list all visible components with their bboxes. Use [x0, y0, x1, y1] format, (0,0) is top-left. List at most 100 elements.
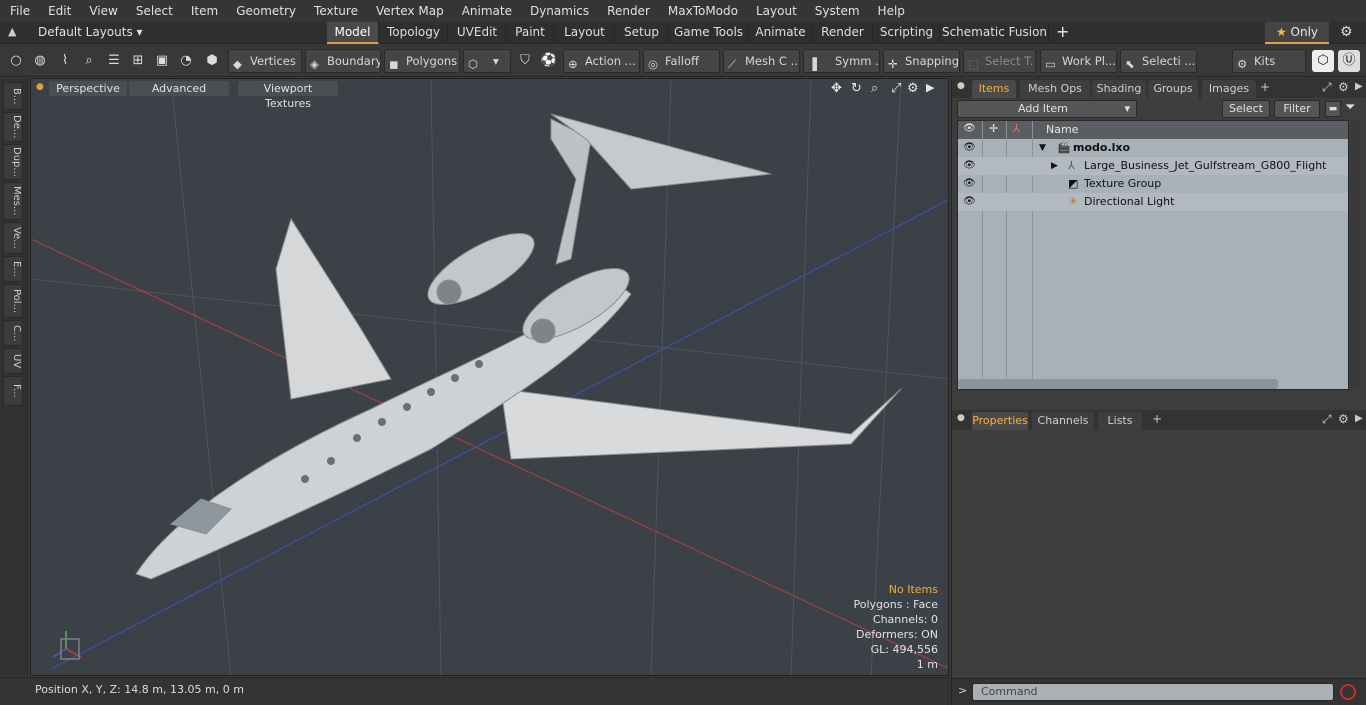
tab-vertex[interactable]: Ve...	[3, 222, 23, 254]
tab-deform[interactable]: De...	[3, 112, 23, 142]
symmetry-button[interactable]: ▐ Symm ...	[803, 49, 880, 73]
expand-panel-icon[interactable]: ⤢	[1322, 412, 1332, 427]
fit-view-icon[interactable]: ⤢	[891, 81, 901, 96]
work-plane-button[interactable]: ▭ Work Pl...	[1040, 49, 1117, 73]
name-column-header[interactable]: Name	[1046, 123, 1078, 136]
filter-button[interactable]: Filter	[1274, 100, 1320, 118]
expand-arrow-icon[interactable]: ▼	[1039, 139, 1046, 157]
vertices-button[interactable]: ◆ Vertices	[228, 49, 302, 73]
panel-menu-dot-icon[interactable]: ●	[957, 81, 965, 91]
menu-vertex-map[interactable]: Vertex Map	[366, 0, 452, 22]
viewport-menu-dot-icon[interactable]: ●	[36, 82, 44, 92]
stack-icon[interactable]: ☰	[103, 50, 125, 72]
panel-menu-dot-icon[interactable]: ●	[957, 413, 965, 423]
shading-mode-button[interactable]: Advanced	[129, 81, 229, 96]
horizontal-scrollbar[interactable]	[958, 379, 1278, 389]
tab-render[interactable]: Render	[813, 22, 873, 44]
item-row-mesh[interactable]: 👁 ▶ ⅄ Large_Business_Jet_Gulfstream_G800…	[958, 157, 1348, 175]
eye-icon[interactable]: 👁	[963, 193, 976, 211]
tab-properties[interactable]: Properties	[972, 412, 1028, 430]
tab-polygon[interactable]: Pol...	[3, 284, 23, 318]
3d-viewport[interactable]: ● Perspective Advanced Viewport Textures…	[30, 78, 949, 676]
view-type-button[interactable]: Perspective	[49, 81, 127, 96]
add-tab-button[interactable]: +	[1056, 22, 1069, 41]
lock-column-icon[interactable]: ✛	[989, 122, 998, 135]
panel-arrow-icon[interactable]: ▶	[1355, 413, 1363, 424]
tab-shading[interactable]: Shading	[1092, 80, 1146, 98]
viewport-expand-icon[interactable]: ▶	[926, 81, 934, 94]
tab-edge[interactable]: E...	[3, 256, 23, 282]
menu-maxtomodo[interactable]: MaxToModo	[658, 0, 746, 22]
layout-preset-dropdown[interactable]: Default Layouts ▾	[38, 25, 143, 39]
tab-scripting[interactable]: Scripting	[874, 22, 940, 44]
center-icon[interactable]: ⊞	[127, 50, 149, 72]
tab-groups[interactable]: Groups	[1148, 80, 1198, 98]
move-view-icon[interactable]: ✥	[831, 81, 842, 96]
tab-uv[interactable]: UV	[3, 348, 23, 374]
eye-icon[interactable]: 👁	[963, 157, 976, 175]
tab-schematic-fusion[interactable]: Schematic Fusion	[941, 22, 1049, 44]
item-row-texture-group[interactable]: 👁 ◩ Texture Group	[958, 175, 1348, 193]
record-icon[interactable]	[1340, 684, 1356, 700]
falloff-button[interactable]: ◎ Falloff	[643, 49, 720, 73]
tab-topology[interactable]: Topology	[380, 22, 448, 44]
add-panel-tab-icon[interactable]: +	[1260, 80, 1270, 94]
menu-system[interactable]: System	[805, 0, 868, 22]
menu-layout[interactable]: Layout	[746, 0, 805, 22]
collapse-icon[interactable]: ▲	[8, 25, 16, 38]
viewport-textures-button[interactable]: Viewport Textures	[238, 81, 338, 110]
menu-file[interactable]: File	[0, 0, 38, 22]
kits-button[interactable]: ⚙ Kits	[1232, 49, 1306, 73]
menu-texture[interactable]: Texture	[304, 0, 366, 22]
tab-setup[interactable]: Setup	[616, 22, 668, 44]
brush-icon[interactable]: ⌕	[78, 50, 100, 72]
menu-render[interactable]: Render	[597, 0, 658, 22]
menu-edit[interactable]: Edit	[38, 0, 79, 22]
panel-settings-icon[interactable]: ⚙	[1338, 412, 1349, 426]
only-toggle[interactable]: ★ Only	[1265, 22, 1329, 44]
gear-icon[interactable]: ⚙	[1340, 24, 1353, 40]
menu-help[interactable]: Help	[868, 0, 913, 22]
item-mode-icon[interactable]: ⬢	[201, 50, 223, 72]
tab-basic[interactable]: B...	[3, 82, 23, 110]
panel-settings-icon[interactable]: ⚙	[1338, 80, 1349, 94]
axis-column-icon[interactable]: ⅄	[1013, 122, 1020, 135]
viewport-scene[interactable]	[31, 79, 949, 676]
frame-icon[interactable]: ▣	[151, 50, 173, 72]
visibility-column-icon[interactable]: 👁	[963, 123, 976, 134]
shield-icon[interactable]: ⛉	[514, 50, 536, 72]
menu-select[interactable]: Select	[126, 0, 181, 22]
pen-tool-icon[interactable]: ⌇	[54, 50, 76, 72]
tab-channels[interactable]: Channels	[1032, 412, 1094, 430]
add-item-dropdown[interactable]: Add Item ▾	[957, 100, 1137, 118]
tab-animate[interactable]: Animate	[750, 22, 812, 44]
boundary-button[interactable]: ◈ Boundary	[305, 49, 381, 73]
polygons-button[interactable]: ◼ Polygons	[384, 49, 460, 73]
tab-lists[interactable]: Lists	[1098, 412, 1142, 430]
select-button[interactable]: Select	[1222, 100, 1270, 118]
mesh-constraint-button[interactable]: ⟋ Mesh C ...	[723, 49, 800, 73]
rotate-icon[interactable]: ◔	[175, 50, 197, 72]
select-through-button[interactable]: ⬚ Select T...	[963, 49, 1036, 73]
item-row-scene[interactable]: 👁 ▼ 🎬 modo.lxo	[958, 139, 1348, 157]
tab-items[interactable]: Items	[972, 80, 1016, 98]
tab-layout[interactable]: Layout	[555, 22, 615, 44]
expand-panel-icon[interactable]: ⤢	[1322, 80, 1332, 95]
eye-icon[interactable]: 👁	[963, 139, 976, 157]
tab-fusion[interactable]: F...	[3, 376, 23, 406]
tab-paint[interactable]: Paint	[507, 22, 554, 44]
snapping-button[interactable]: ✛ Snapping	[883, 49, 960, 73]
unreal-icon[interactable]: Ⓤ	[1338, 50, 1360, 72]
viewport-settings-icon[interactable]: ⚙	[907, 81, 919, 96]
circle-select-icon[interactable]: ○	[5, 50, 27, 72]
menu-view[interactable]: View	[79, 0, 125, 22]
command-input[interactable]: Command	[972, 683, 1334, 701]
add-panel-tab-icon[interactable]: +	[1152, 412, 1162, 426]
tab-model[interactable]: Model	[327, 22, 379, 44]
soccer-icon[interactable]: ⚽	[538, 50, 560, 72]
action-center-button[interactable]: ⊕ Action ...	[563, 49, 640, 73]
tab-mesh-ops[interactable]: Mesh Ops	[1020, 80, 1090, 98]
tab-images[interactable]: Images	[1202, 80, 1256, 98]
menu-item[interactable]: Item	[181, 0, 226, 22]
globe-icon[interactable]: ◍	[29, 50, 51, 72]
